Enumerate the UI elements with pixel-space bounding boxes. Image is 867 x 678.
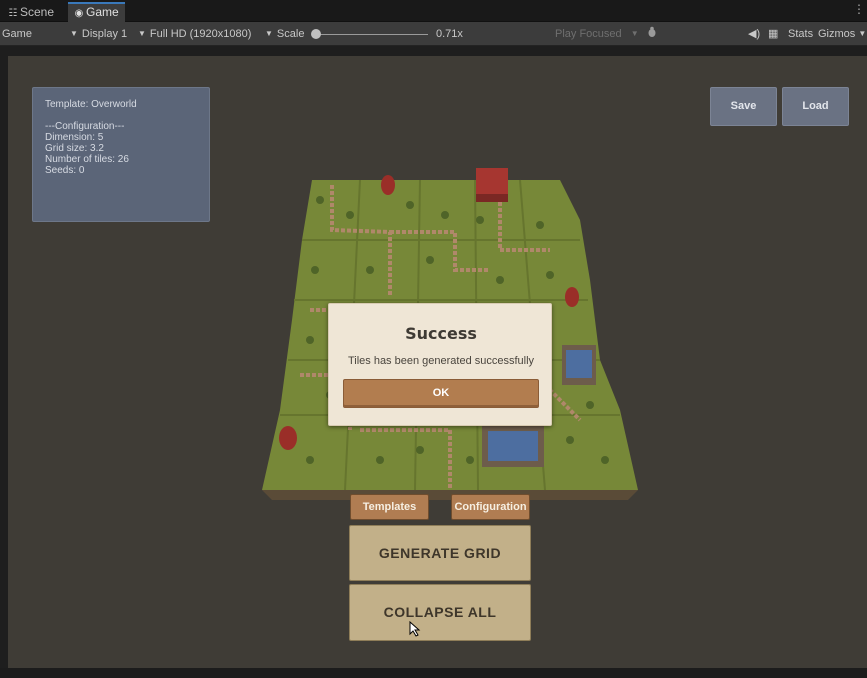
status-bar (0, 668, 867, 678)
scale-label: ▼ Scale (265, 28, 305, 40)
dialog-message: Tiles has been generated successfully (347, 355, 535, 367)
grid-size-value: Grid size: 3.2 (45, 143, 104, 154)
display-dropdown[interactable]: ▼ Display 1 (70, 22, 127, 46)
dimension-value: Dimension: 5 (45, 132, 104, 143)
grid-icon: ☷ (8, 8, 18, 19)
template-name: Template: Overworld (45, 99, 137, 110)
dropdown-arrow-icon: ▼ (70, 29, 78, 38)
collapse-all-button[interactable]: COLLAPSE ALL (349, 584, 531, 641)
scale-value: 0.71x (436, 28, 463, 40)
dropdown-arrow-icon: ▼ (265, 29, 273, 38)
template-info-panel: Template: Overworld ---Configuration--- … (32, 87, 210, 222)
play-mode-label: Play Focused (555, 28, 622, 40)
gizmos-button[interactable]: Gizmos ▼ (818, 22, 867, 46)
dialog-title: Success (405, 324, 477, 343)
scale-slider-handle[interactable] (311, 29, 321, 39)
game-view-toolbar: Game ▼ Display 1 ▼ Full HD (1920x1080) ▼ Sc… (0, 22, 867, 46)
play-mode-dropdown[interactable]: Play Focused ▼ (555, 22, 643, 46)
save-button[interactable]: Save (710, 87, 777, 126)
bug-icon[interactable] (646, 22, 658, 46)
view-mode-dropdown[interactable]: Game (2, 22, 32, 46)
scale-slider-track[interactable] (318, 34, 428, 35)
resolution-dropdown[interactable]: ▼ Full HD (1920x1080) (138, 22, 251, 46)
configuration-button[interactable]: Configuration (451, 494, 530, 520)
gizmos-label: Gizmos (818, 28, 856, 40)
dropdown-arrow-icon: ▼ (138, 29, 146, 38)
load-button[interactable]: Load (782, 87, 849, 126)
tile-count-value: Number of tiles: 26 (45, 154, 129, 165)
success-dialog: Success Tiles has been generated success… (328, 303, 552, 426)
gamepad-icon: ◉ (74, 8, 84, 19)
ok-button[interactable]: OK (343, 379, 539, 408)
grid-display-icon[interactable]: ▦ (768, 22, 778, 46)
audio-icon[interactable]: ◀) (748, 22, 760, 46)
view-mode-label: Game (2, 28, 32, 40)
tab-game[interactable]: ◉ Game (68, 2, 125, 22)
resolution-label: Full HD (1920x1080) (149, 28, 252, 40)
seeds-value: Seeds: 0 (45, 165, 85, 176)
tab-scene-label: Scene (20, 5, 55, 19)
configuration-header: ---Configuration--- (45, 121, 125, 132)
tab-game-label: Game (86, 5, 119, 19)
generate-grid-button[interactable]: GENERATE GRID (349, 525, 531, 581)
mouse-cursor-icon (409, 621, 421, 637)
stats-button[interactable]: Stats (788, 22, 813, 46)
templates-button[interactable]: Templates (350, 494, 429, 520)
display-label: Display 1 (81, 28, 128, 40)
dropdown-arrow-icon: ▼ (630, 29, 639, 38)
more-options-icon[interactable]: ⋮ (853, 2, 865, 16)
editor-tab-bar: ☷ Scene ◉ Game ⋮ (0, 0, 867, 22)
tab-scene[interactable]: ☷ Scene (2, 4, 60, 22)
dropdown-arrow-icon: ▼ (858, 29, 867, 38)
